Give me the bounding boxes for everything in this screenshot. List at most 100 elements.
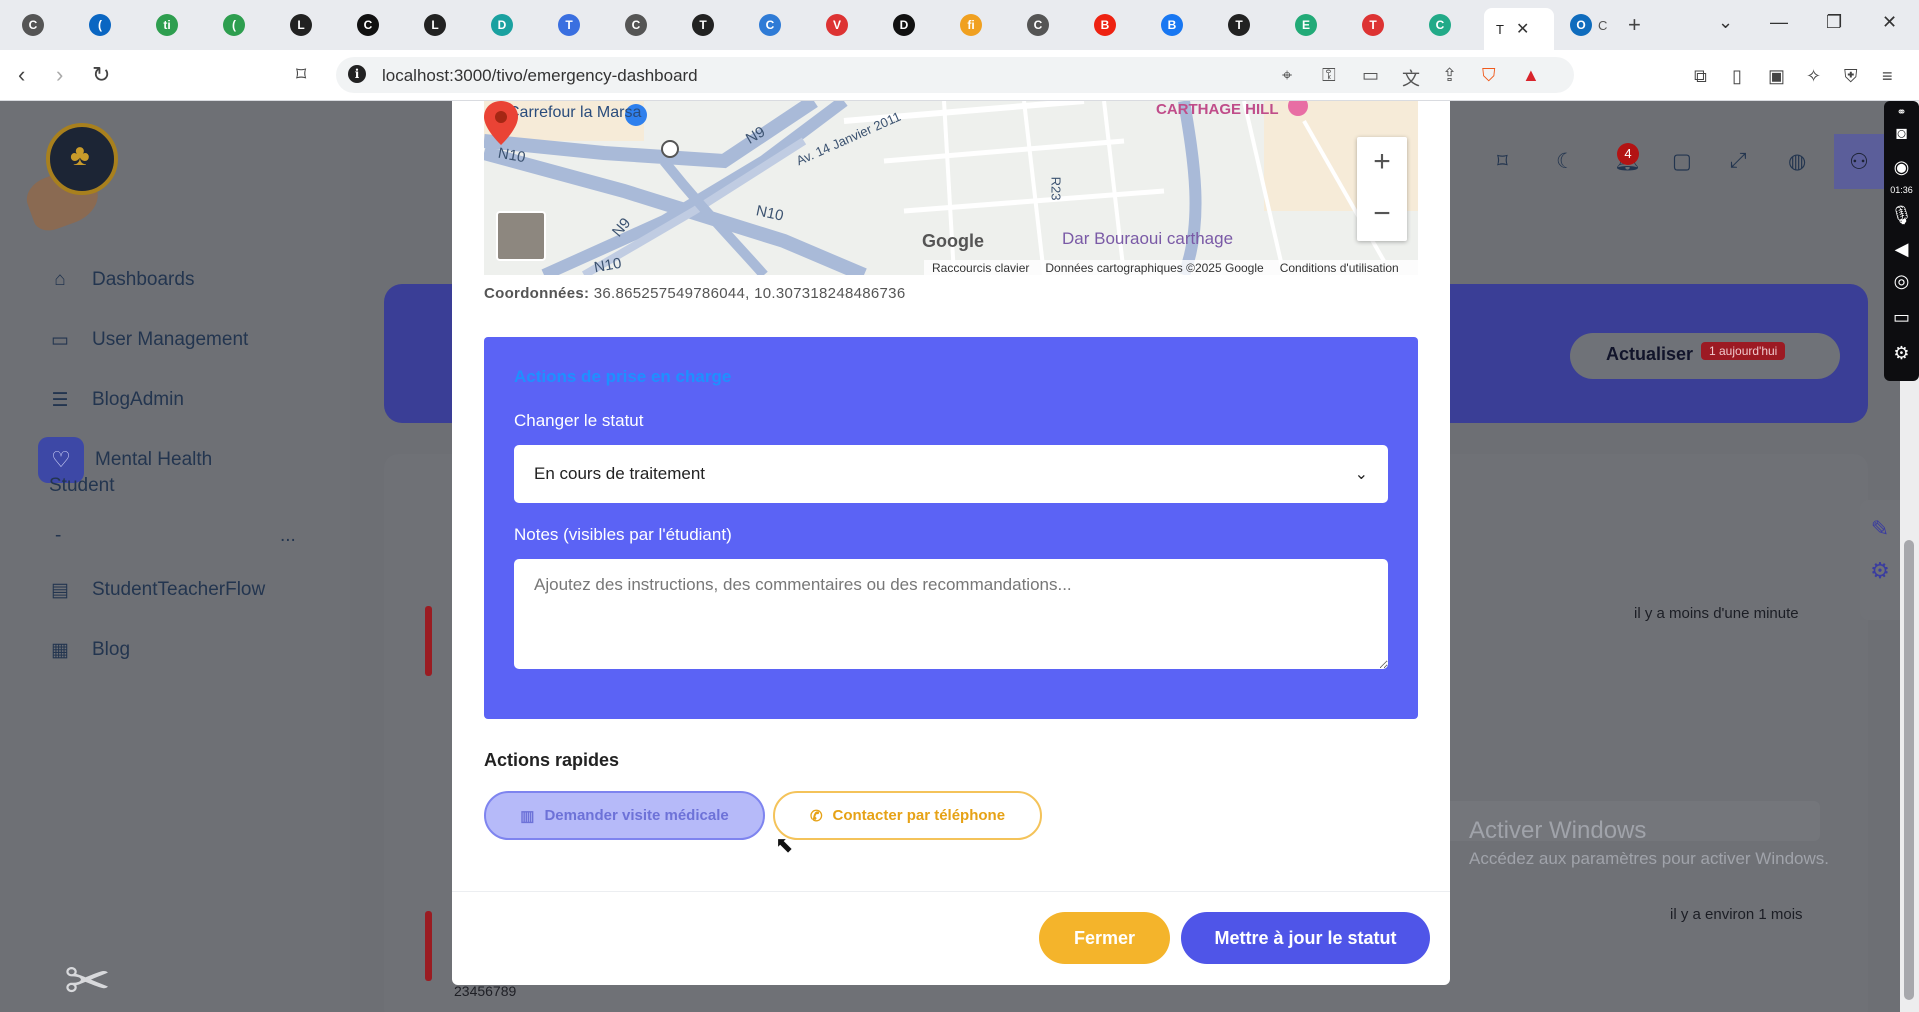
browser-tab[interactable]: C [345, 8, 411, 42]
url-text[interactable]: localhost:3000/tivo/emergency-dashboard [382, 66, 698, 86]
settings-gear-icon[interactable]: ⚙ [1860, 558, 1900, 584]
webcam-icon[interactable]: ◎ [1884, 271, 1919, 292]
close-window-icon[interactable]: ✕ [1882, 12, 1897, 33]
site-info-icon[interactable]: i [348, 65, 366, 83]
bookmark-icon[interactable]: ⌑ [1497, 149, 1508, 174]
new-tab-icon[interactable]: + [1628, 12, 1641, 38]
omnibox[interactable]: i localhost:3000/tivo/emergency-dashboar… [336, 57, 1574, 93]
leo-ai-icon[interactable]: ✧ [1806, 66, 1821, 87]
browser-tab[interactable]: L [412, 8, 478, 42]
sidebar-item-blog[interactable]: ▦ Blog [48, 635, 130, 665]
app-logo[interactable]: ♣ [21, 123, 123, 236]
browser-tab[interactable]: T [1216, 8, 1282, 42]
forward-icon[interactable]: › [56, 62, 63, 88]
sidebar-item-studentteacherflow[interactable]: ▤ StudentTeacherFlow [48, 575, 265, 605]
scrollbar-thumb[interactable] [1904, 540, 1914, 1000]
maximize-icon[interactable]: ❐ [1826, 12, 1842, 33]
browser-tab[interactable]: L [278, 8, 344, 42]
speaker-icon[interactable]: ◀ [1884, 239, 1919, 260]
browser-tab[interactable]: D [881, 8, 947, 42]
key-icon[interactable]: ⚿ [1322, 65, 1336, 86]
profile-icon[interactable]: ⚇ [1834, 134, 1884, 189]
tab-favicon-icon: fi [960, 14, 982, 36]
browser-tab[interactable]: D [479, 8, 545, 42]
dark-mode-icon[interactable]: ☾ [1556, 149, 1575, 174]
location-map[interactable]: Carrefour la Marsa CARTHAGE HILL Dar Bou… [484, 101, 1418, 275]
recorder-settings-icon[interactable]: ⚙ [1884, 343, 1919, 364]
browser-tab[interactable]: T [680, 8, 746, 42]
sidebar-item-label: User Management [92, 329, 249, 350]
sidebar-item-dashboards[interactable]: ⌂ Dashboards [48, 265, 194, 295]
map-satellite-toggle[interactable] [496, 211, 546, 261]
wallet-icon[interactable]: ▣ [1768, 66, 1785, 87]
active-tab[interactable]: T ✕ [1484, 8, 1554, 50]
request-medical-visit-button[interactable]: ▥ Demander visite médicale [484, 791, 765, 840]
map-footer-link[interactable]: Conditions d'utilisation [1280, 261, 1399, 275]
notes-label: Notes (visibles par l'étudiant) [514, 525, 732, 544]
browser-tab[interactable]: C [1417, 8, 1483, 42]
brave-shield-icon[interactable]: ⛉ [1482, 65, 1496, 86]
browser-tab[interactable]: fi [948, 8, 1014, 42]
minimize-icon[interactable]: — [1770, 12, 1788, 33]
windows-activation-title: Activer Windows [1469, 817, 1647, 844]
cast-icon[interactable]: ▭ [1362, 65, 1379, 86]
camera-icon[interactable]: ◙ [1884, 123, 1919, 144]
browser-tab[interactable]: C [747, 8, 813, 42]
alert-priority-bar [425, 606, 432, 676]
sidebar-more[interactable]: ... [280, 521, 296, 551]
browser-tab[interactable]: O C [1558, 8, 1624, 42]
paint-icon[interactable]: ✎ [1860, 516, 1900, 542]
record-icon[interactable]: ◉ [1884, 157, 1919, 178]
alert-timestamp: il y a environ 1 mois [1670, 906, 1803, 923]
reload-icon[interactable]: ↻ [92, 62, 110, 88]
location-pin-icon[interactable] [484, 101, 518, 145]
browser-tab[interactable]: B [1149, 8, 1215, 42]
extensions-icon[interactable]: ⧉ [1694, 66, 1707, 87]
vpn-icon[interactable]: ⛨ [1844, 66, 1858, 87]
browser-tab[interactable]: ( [77, 8, 143, 42]
browser-tab[interactable]: C [613, 8, 679, 42]
zoom-out-button[interactable]: − [1357, 189, 1407, 239]
sidebar-toggle-icon[interactable]: ▯ [1732, 66, 1742, 87]
microphone-icon[interactable]: 🎙︎ [1884, 205, 1919, 226]
menu-icon[interactable]: ≡ [1882, 66, 1893, 87]
chat-icon[interactable]: ▢ [1672, 149, 1692, 174]
actions-panel-title: Actions de prise en charge [514, 367, 732, 386]
browser-tab[interactable]: E [1283, 8, 1349, 42]
window-icon[interactable]: ▭ [1884, 307, 1919, 328]
sidebar-item-user-management[interactable]: ▭ User Management [48, 325, 248, 355]
bookmark-icon[interactable]: ⌑ [296, 62, 306, 87]
contact-phone-button[interactable]: ✆ Contacter par téléphone [773, 791, 1042, 840]
close-button[interactable]: Fermer [1039, 912, 1170, 964]
browser-tab[interactable]: T [1350, 8, 1416, 42]
zoom-in-button[interactable]: + [1357, 137, 1407, 187]
tab-search-icon[interactable]: ⌄ [1718, 12, 1733, 33]
browser-tab[interactable]: C [10, 8, 76, 42]
recorder-link-icon[interactable]: ⚭ [1884, 105, 1919, 119]
browser-tab[interactable]: T [546, 8, 612, 42]
fullscreen-icon[interactable]: ⤢ [1730, 149, 1747, 173]
sidebar-item-label: Mental Health [95, 449, 213, 470]
location-icon[interactable]: ⌖ [1282, 65, 1292, 86]
status-select[interactable]: En cours de traitement ⌄ [514, 445, 1388, 503]
server-icon: ☰ [51, 389, 69, 411]
sidebar-item-mental-health-sub[interactable]: Student [49, 471, 115, 501]
close-tab-icon[interactable]: ✕ [1516, 19, 1529, 39]
map-footer-link[interactable]: Raccourcis clavier [932, 261, 1029, 275]
status-label: Changer le statut [514, 411, 644, 430]
language-globe-icon[interactable]: ◍ [1788, 149, 1806, 174]
translate-icon[interactable]: 文 [1402, 65, 1420, 91]
share-icon[interactable]: ⇪ [1442, 65, 1457, 86]
update-status-button[interactable]: Mettre à jour le statut [1181, 912, 1430, 964]
back-icon[interactable]: ‹ [18, 62, 25, 88]
tab-favicon-icon: T [692, 14, 714, 36]
map-poi-label: Dar Bouraoui carthage [1062, 229, 1234, 248]
sidebar-item-blogadmin[interactable]: ☰ BlogAdmin [48, 385, 183, 415]
notes-textarea[interactable] [514, 559, 1388, 669]
browser-tab[interactable]: C [1015, 8, 1081, 42]
browser-tab[interactable]: ( [211, 8, 277, 42]
browser-tab[interactable]: ti [144, 8, 210, 42]
browser-tab[interactable]: V [814, 8, 880, 42]
browser-tab[interactable]: B [1082, 8, 1148, 42]
brave-rewards-icon[interactable]: ▲ [1522, 65, 1540, 86]
